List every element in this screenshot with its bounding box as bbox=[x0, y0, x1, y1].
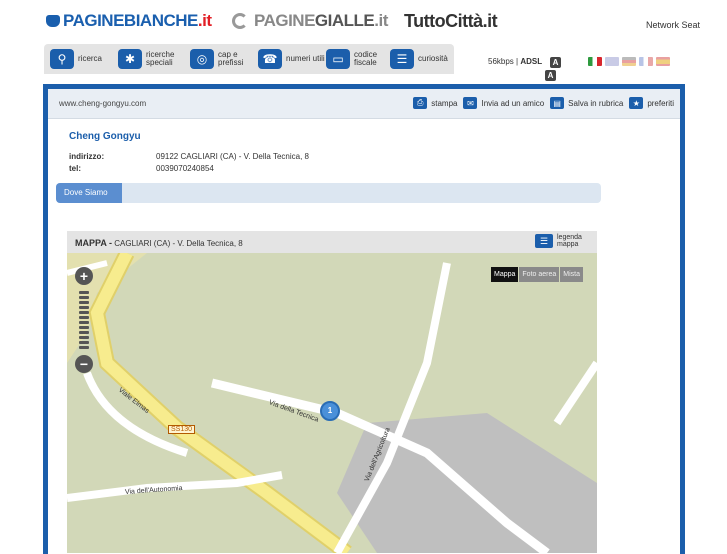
print-button[interactable]: ⎙ stampa bbox=[413, 97, 457, 109]
map-title: MAPPA - bbox=[75, 238, 112, 248]
network-seat-link[interactable]: Network Seat bbox=[646, 20, 700, 30]
map[interactable]: Viale Elmas Via della Tecnica Via dell'A… bbox=[67, 253, 597, 553]
connection-speed: 56kbps | ADSL bbox=[488, 57, 543, 66]
hand-icon bbox=[46, 15, 60, 27]
map-header: MAPPA - CAGLIARI (CA) - V. Della Tecnica… bbox=[67, 231, 597, 253]
printer-icon: ⎙ bbox=[413, 97, 428, 109]
favorites-button[interactable]: ★ preferiti bbox=[629, 97, 674, 109]
address-label: indirizzo: bbox=[69, 152, 105, 161]
main-nav: ⚲ ricerca ✱ ricerche speciali ◎ cap e pr… bbox=[44, 44, 454, 74]
send-friend-button[interactable]: ✉ Invia ad un amico bbox=[463, 97, 544, 109]
phone-label: tel: bbox=[69, 164, 81, 173]
nav-curiosita[interactable]: ☰ curiosità bbox=[390, 48, 448, 70]
phone-value: 0039070240854 bbox=[156, 164, 214, 173]
website-link[interactable]: www.cheng-gongyu.com bbox=[59, 99, 146, 108]
zoom-control: + − bbox=[73, 267, 95, 377]
phone-icon: ☎ bbox=[258, 49, 282, 69]
nav-cap-prefissi[interactable]: ◎ cap e prefissi bbox=[190, 48, 260, 70]
nav-ricerca[interactable]: ⚲ ricerca bbox=[50, 48, 102, 70]
map-type-selector: Mappa Foto aerea Mista bbox=[490, 267, 583, 282]
english-flag-icon[interactable] bbox=[605, 57, 619, 66]
spanish-flag-icon[interactable] bbox=[656, 57, 670, 66]
envelope-icon: ✉ bbox=[463, 97, 478, 109]
nav-numeri-utili[interactable]: ☎ numeri utili bbox=[258, 48, 325, 70]
globe-icon: ◎ bbox=[190, 49, 214, 69]
address-value: 09122 CAGLIARI (CA) - V. Della Tecnica, … bbox=[156, 152, 309, 161]
paginegialle-logo[interactable]: PAGINEGIALLE.it bbox=[232, 11, 388, 31]
text-size-large-button[interactable]: A bbox=[545, 70, 556, 81]
url-bar: www.cheng-gongyu.com ⎙ stampa ✉ Invia ad… bbox=[48, 89, 680, 119]
nav-ricerche-speciali[interactable]: ✱ ricerche speciali bbox=[118, 48, 188, 70]
card-icon: ▭ bbox=[326, 49, 350, 69]
zoom-slider[interactable] bbox=[79, 291, 89, 351]
map-type-foto-aerea[interactable]: Foto aerea bbox=[519, 267, 560, 282]
search-icon: ⚲ bbox=[50, 49, 74, 69]
save-contact-button[interactable]: ▤ Salva in rubrica bbox=[550, 97, 623, 109]
map-type-mista[interactable]: Mista bbox=[560, 267, 583, 282]
star-icon: ★ bbox=[629, 97, 644, 109]
tab-dove-siamo[interactable]: Dove Siamo bbox=[56, 183, 122, 203]
label-ss130: SS130 bbox=[168, 425, 196, 434]
speed-adsl[interactable]: ADSL bbox=[520, 57, 542, 66]
french-flag-icon[interactable] bbox=[639, 57, 653, 66]
zoom-in-button[interactable]: + bbox=[75, 267, 93, 285]
map-type-mappa[interactable]: Mappa bbox=[491, 267, 519, 282]
map-legend-button[interactable]: ☰ legenda mappa bbox=[535, 234, 587, 248]
g-icon bbox=[232, 13, 248, 29]
language-flags bbox=[588, 57, 670, 66]
listing-name: Cheng Gongyu bbox=[69, 131, 141, 142]
paginebianche-logo[interactable]: PAGINEBIANCHE.it bbox=[46, 11, 212, 31]
list-icon: ☰ bbox=[535, 234, 553, 248]
tuttocitta-logo[interactable]: TuttoCittà.it bbox=[404, 11, 498, 32]
location-marker[interactable]: 1 bbox=[320, 401, 340, 421]
folder-icon: ▤ bbox=[550, 97, 565, 109]
tools: ⎙ stampa ✉ Invia ad un amico ▤ Salva in … bbox=[413, 97, 674, 109]
puzzle-icon: ✱ bbox=[118, 49, 142, 69]
section-bar: Dove Siamo bbox=[56, 183, 601, 203]
speed-56k[interactable]: 56kbps bbox=[488, 57, 514, 66]
road-right bbox=[553, 360, 597, 426]
nav-codice-fiscale[interactable]: ▭ codice fiscale bbox=[326, 48, 396, 70]
text-size-button[interactable]: A bbox=[550, 57, 561, 68]
map-subtitle: CAGLIARI (CA) - V. Della Tecnica, 8 bbox=[114, 239, 243, 248]
brand-bar: PAGINEBIANCHE.it PAGINEGIALLE.it TuttoCi… bbox=[0, 0, 727, 44]
detail-panel: www.cheng-gongyu.com ⎙ stampa ✉ Invia ad… bbox=[43, 84, 685, 554]
italian-flag-icon[interactable] bbox=[588, 57, 602, 66]
german-flag-icon[interactable] bbox=[622, 57, 636, 66]
book-icon: ☰ bbox=[390, 49, 414, 69]
zoom-out-button[interactable]: − bbox=[75, 355, 93, 373]
